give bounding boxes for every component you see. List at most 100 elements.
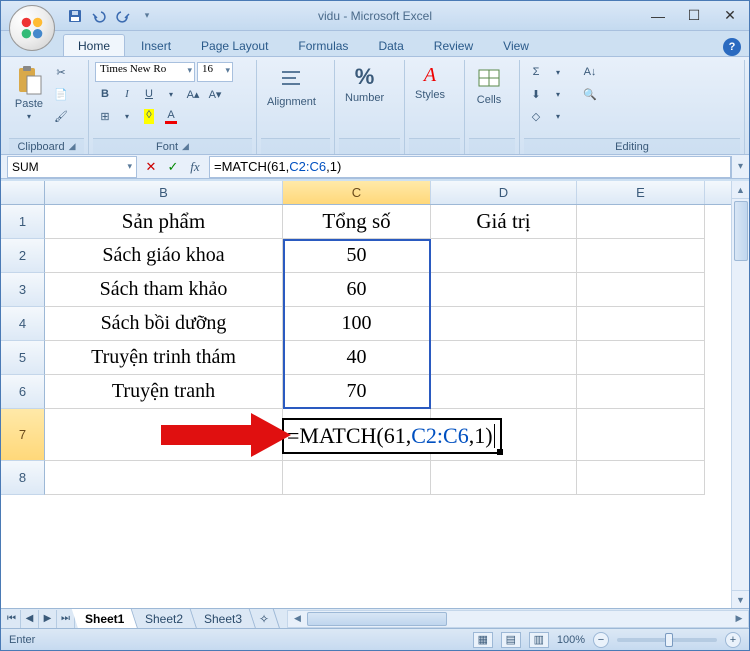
cell[interactable] bbox=[577, 205, 705, 239]
bold-button[interactable]: B bbox=[95, 84, 115, 104]
cell[interactable]: Sách bồi dưỡng bbox=[45, 307, 283, 341]
row-header-3[interactable]: 3 bbox=[1, 273, 45, 307]
tab-review[interactable]: Review bbox=[420, 35, 487, 56]
grow-font-icon[interactable]: A▴ bbox=[183, 84, 203, 104]
cell[interactable] bbox=[577, 307, 705, 341]
cell[interactable] bbox=[431, 461, 577, 495]
cell[interactable]: Sản phẩm bbox=[45, 205, 283, 239]
borders-icon[interactable]: ⊞ bbox=[95, 106, 115, 126]
zoom-out-icon[interactable]: − bbox=[593, 632, 609, 648]
cell[interactable] bbox=[45, 461, 283, 495]
page-break-view-icon[interactable]: ▥ bbox=[529, 632, 549, 648]
cut-icon[interactable]: ✂ bbox=[51, 62, 71, 82]
row-header-8[interactable]: 8 bbox=[1, 461, 45, 495]
cell[interactable] bbox=[431, 341, 577, 375]
cell[interactable]: 100 bbox=[283, 307, 431, 341]
prev-sheet-icon[interactable]: ◀ bbox=[21, 610, 39, 628]
scroll-down-icon[interactable]: ▼ bbox=[732, 590, 749, 608]
tab-page-layout[interactable]: Page Layout bbox=[187, 35, 282, 56]
format-painter-icon[interactable]: 🖌 bbox=[51, 106, 71, 126]
editing-cell[interactable]: =MATCH(61,C2:C6,1) bbox=[282, 418, 502, 454]
column-header-d[interactable]: D bbox=[431, 181, 577, 204]
select-all-corner[interactable] bbox=[1, 181, 45, 205]
maximize-button[interactable]: ☐ bbox=[681, 6, 707, 26]
styles-button[interactable]: AStyles bbox=[409, 62, 451, 103]
tab-insert[interactable]: Insert bbox=[127, 35, 185, 56]
underline-button[interactable]: U bbox=[139, 84, 159, 104]
undo-icon[interactable] bbox=[89, 6, 109, 26]
cell[interactable]: Sách giáo khoa bbox=[45, 239, 283, 273]
cell[interactable]: 70 bbox=[283, 375, 431, 409]
expand-formula-bar-icon[interactable]: ▾ bbox=[731, 156, 749, 178]
zoom-in-icon[interactable]: + bbox=[725, 632, 741, 648]
column-header-e[interactable]: E bbox=[577, 181, 705, 204]
sheet-tab-2[interactable]: Sheet2 bbox=[132, 609, 198, 629]
sheet-tab-3[interactable]: Sheet3 bbox=[191, 609, 257, 629]
clear-icon[interactable]: ◇ bbox=[526, 106, 546, 126]
cell[interactable] bbox=[577, 409, 705, 461]
cell[interactable]: Tổng số bbox=[283, 205, 431, 239]
cancel-formula-icon[interactable]: ✕ bbox=[141, 157, 161, 177]
dialog-launcher-icon[interactable]: ◢ bbox=[182, 141, 189, 152]
row-header-6[interactable]: 6 bbox=[1, 375, 45, 409]
fill-handle[interactable] bbox=[497, 449, 503, 455]
tab-formulas[interactable]: Formulas bbox=[284, 35, 362, 56]
fill-icon[interactable]: ⬇ bbox=[526, 84, 546, 104]
sheet-tab-1[interactable]: Sheet1 bbox=[72, 609, 139, 629]
column-header-c[interactable]: C bbox=[283, 181, 431, 204]
cell[interactable] bbox=[577, 461, 705, 495]
find-icon[interactable]: 🔍 bbox=[580, 84, 600, 104]
row-header-5[interactable]: 5 bbox=[1, 341, 45, 375]
cell[interactable] bbox=[431, 239, 577, 273]
cell[interactable] bbox=[577, 375, 705, 409]
cell[interactable]: 40 bbox=[283, 341, 431, 375]
cell[interactable] bbox=[431, 307, 577, 341]
zoom-slider[interactable] bbox=[617, 638, 717, 642]
tab-view[interactable]: View bbox=[489, 35, 543, 56]
alignment-button[interactable]: Alignment bbox=[261, 62, 322, 110]
scroll-up-icon[interactable]: ▲ bbox=[732, 181, 749, 199]
cell[interactable] bbox=[431, 273, 577, 307]
help-icon[interactable]: ? bbox=[723, 38, 741, 56]
cell[interactable] bbox=[431, 375, 577, 409]
copy-icon[interactable]: 📄 bbox=[51, 84, 71, 104]
cell[interactable] bbox=[577, 273, 705, 307]
zoom-level[interactable]: 100% bbox=[557, 634, 585, 646]
sort-filter-icon[interactable]: A↓ bbox=[580, 62, 600, 82]
new-sheet-icon[interactable]: ✧ bbox=[250, 609, 280, 629]
cell[interactable]: Truyện trinh thám bbox=[45, 341, 283, 375]
cell[interactable] bbox=[577, 341, 705, 375]
cell[interactable]: Giá trị bbox=[431, 205, 577, 239]
paste-button[interactable]: Paste ▾ bbox=[9, 62, 49, 123]
normal-view-icon[interactable]: ▦ bbox=[473, 632, 493, 648]
page-layout-view-icon[interactable]: ▤ bbox=[501, 632, 521, 648]
row-header-1[interactable]: 1 bbox=[1, 205, 45, 239]
row-header-7[interactable]: 7 bbox=[1, 409, 45, 461]
font-name-combo[interactable]: Times New Ro bbox=[95, 62, 195, 82]
cell[interactable]: 60 bbox=[283, 273, 431, 307]
vertical-scrollbar[interactable]: ▲ ▼ bbox=[731, 181, 749, 608]
tab-data[interactable]: Data bbox=[364, 35, 417, 56]
next-sheet-icon[interactable]: ▶ bbox=[39, 610, 57, 628]
column-header-b[interactable]: B bbox=[45, 181, 283, 204]
zoom-slider-thumb[interactable] bbox=[665, 633, 673, 647]
cell[interactable] bbox=[577, 239, 705, 273]
cell[interactable] bbox=[45, 409, 283, 461]
scroll-thumb[interactable] bbox=[307, 612, 447, 626]
font-size-combo[interactable]: 16 bbox=[197, 62, 233, 82]
dialog-launcher-icon[interactable]: ◢ bbox=[69, 141, 76, 152]
first-sheet-icon[interactable]: ⏮ bbox=[3, 610, 21, 628]
cell[interactable]: Sách tham khảo bbox=[45, 273, 283, 307]
close-button[interactable]: ✕ bbox=[717, 6, 743, 26]
insert-function-icon[interactable]: fx bbox=[185, 157, 205, 177]
number-button[interactable]: %Number bbox=[339, 62, 390, 106]
cell[interactable] bbox=[283, 461, 431, 495]
scroll-right-icon[interactable]: ▶ bbox=[730, 611, 748, 627]
cells-button[interactable]: Cells bbox=[469, 62, 509, 108]
italic-button[interactable]: I bbox=[117, 84, 137, 104]
redo-icon[interactable] bbox=[113, 6, 133, 26]
fill-color-icon[interactable]: ◊ bbox=[139, 106, 159, 126]
tab-home[interactable]: Home bbox=[63, 34, 125, 56]
cell[interactable]: 50 bbox=[283, 239, 431, 273]
save-icon[interactable] bbox=[65, 6, 85, 26]
